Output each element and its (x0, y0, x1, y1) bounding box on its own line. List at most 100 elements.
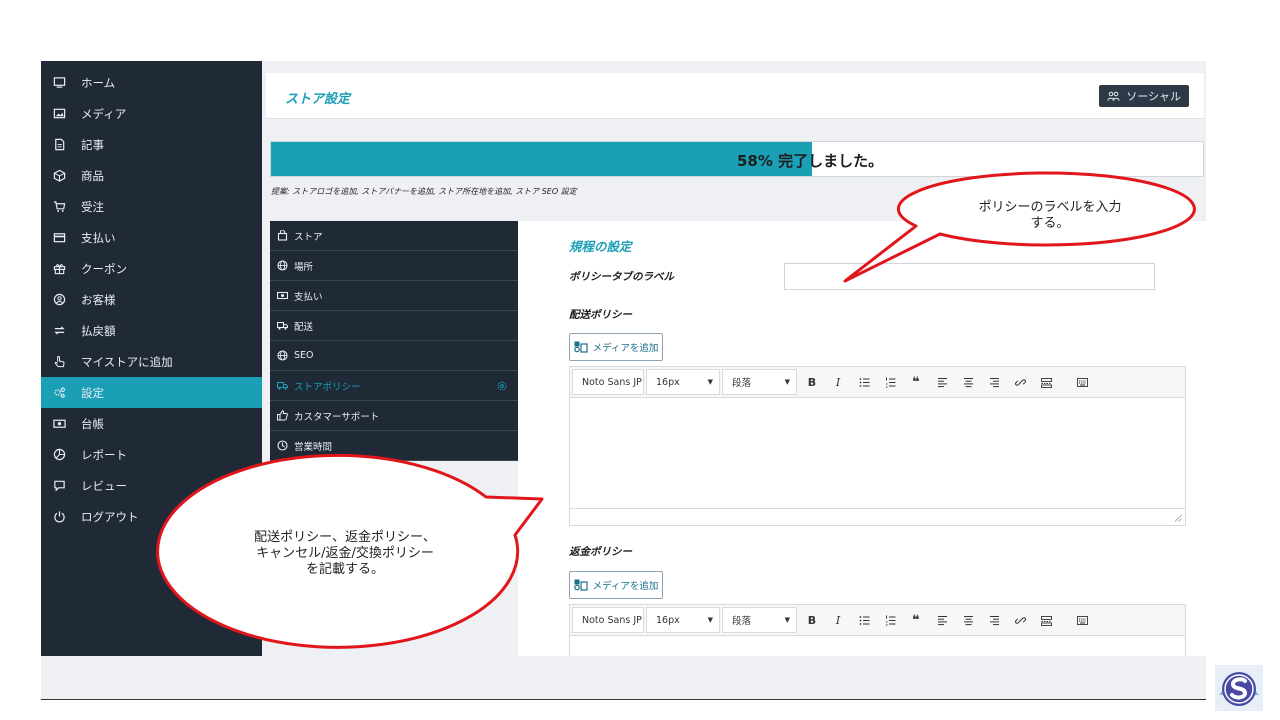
font-size-select[interactable]: 16px ▼ (646, 369, 720, 395)
keyboard-icon (1076, 615, 1088, 625)
tab-label: 場所 (294, 261, 314, 273)
progress-suffix: 完了しました。 (778, 152, 884, 170)
toolbar-toggle-button[interactable] (1071, 369, 1093, 395)
read-more-button[interactable] (1035, 607, 1057, 633)
hand-pointer-icon (52, 355, 66, 369)
italic-button[interactable]: I (827, 607, 849, 633)
tab-business-hours[interactable]: 営業時間 (270, 431, 518, 461)
tab-label: ストアポリシー (294, 381, 361, 393)
align-left-button[interactable] (931, 369, 953, 395)
tab-store[interactable]: ストア (270, 221, 518, 251)
bold-button[interactable]: B (801, 607, 823, 633)
sidebar-item-label: ログアウト (81, 509, 139, 524)
refund-icon (52, 324, 66, 338)
shipping-policy-editor[interactable] (569, 398, 1186, 526)
sidebar-item-refunds[interactable]: 払戻額 (41, 315, 262, 346)
gears-icon (52, 386, 66, 400)
image-icon (52, 107, 66, 121)
sidebar-item-home[interactable]: ホーム (41, 67, 262, 98)
section-title: 規程の設定 (569, 239, 632, 254)
resize-handle-icon[interactable] (1174, 514, 1182, 522)
callout-left-line-3: を記載する。 (305, 562, 384, 577)
sidebar-item-products[interactable]: 商品 (41, 160, 262, 191)
tab-label: 支払い (294, 291, 323, 303)
sidebar-item-customers[interactable]: お客様 (41, 284, 262, 315)
sidebar-item-ledger[interactable]: 台帳 (41, 408, 262, 439)
social-button-label: ソーシャル (1126, 90, 1181, 103)
editor-toolbar: Noto Sans JP 16px ▼ 段落 ▼ B I ❝ (569, 604, 1186, 636)
align-center-button[interactable] (957, 607, 979, 633)
bullet-list-button[interactable] (853, 369, 875, 395)
sidebar-item-reviews[interactable]: レビュー (41, 470, 262, 501)
paragraph-format-value: 段落 (732, 616, 752, 627)
align-right-button[interactable] (983, 369, 1005, 395)
bottom-divider (41, 699, 1206, 700)
font-family-select[interactable]: Noto Sans JP (572, 369, 644, 395)
sidebar-item-payments[interactable]: 支払い (41, 222, 262, 253)
tab-store-policy[interactable]: ストアポリシー (270, 371, 518, 401)
tab-label: 営業時間 (294, 441, 333, 453)
paragraph-format-select[interactable]: 段落 ▼ (722, 607, 797, 633)
tab-label: ストア (294, 231, 323, 243)
sidebar-item-label: マイストアに追加 (81, 354, 173, 369)
italic-button[interactable]: I (827, 369, 849, 395)
sidebar-item-reports[interactable]: レポート (41, 439, 262, 470)
bullet-list-icon (859, 377, 869, 387)
paragraph-format-value: 段落 (732, 378, 752, 389)
font-size-select[interactable]: 16px ▼ (646, 607, 720, 633)
align-right-icon (989, 615, 999, 625)
cube-icon (52, 169, 66, 183)
tab-shipping[interactable]: 配送 (270, 311, 518, 341)
align-right-button[interactable] (983, 607, 1005, 633)
tab-seo[interactable]: SEO (270, 341, 518, 371)
tab-payment[interactable]: 支払い (270, 281, 518, 311)
numbered-list-button[interactable] (879, 607, 901, 633)
credit-card-icon (52, 231, 66, 245)
align-left-icon (937, 615, 947, 625)
policy-tab-label-label: ポリシータブのラベル (569, 271, 674, 283)
blockquote-button[interactable]: ❝ (905, 607, 927, 633)
tab-label: カスタマーサポート (294, 411, 380, 423)
insert-link-button[interactable] (1009, 369, 1031, 395)
add-media-button[interactable]: メディアを追加 (569, 333, 663, 361)
suggestion-text: 提案: ストアロゴを追加, ストアバナーを追加, ストア所在地を追加, ストア … (271, 187, 577, 196)
sidebar-item-orders[interactable]: 受注 (41, 191, 262, 222)
refund-policy-editor[interactable] (569, 636, 1186, 656)
toolbar-toggle-button[interactable] (1071, 607, 1093, 633)
tab-location[interactable]: 場所 (270, 251, 518, 281)
sidebar-item-label: メディア (81, 106, 127, 121)
sidebar-item-settings[interactable]: 設定 (41, 377, 262, 408)
sidebar-item-media[interactable]: メディア (41, 98, 262, 129)
align-center-button[interactable] (957, 369, 979, 395)
sidebar-item-logout[interactable]: ログアウト (41, 501, 262, 532)
cart-icon (52, 200, 66, 214)
clock-icon (277, 440, 288, 451)
sidebar-item-articles[interactable]: 記事 (41, 129, 262, 160)
sidebar-item-coupons[interactable]: クーポン (41, 253, 262, 284)
tab-customer-support[interactable]: カスタマーサポート (270, 401, 518, 431)
font-family-select[interactable]: Noto Sans JP (572, 607, 644, 633)
read-more-button[interactable] (1035, 369, 1057, 395)
numbered-list-icon (885, 377, 895, 387)
user-circle-icon (52, 293, 66, 307)
add-media-label: メディアを追加 (592, 581, 659, 592)
chart-pie-icon (52, 448, 66, 462)
insert-link-button[interactable] (1009, 607, 1031, 633)
align-left-button[interactable] (931, 607, 953, 633)
bullet-list-button[interactable] (853, 607, 875, 633)
paragraph-format-select[interactable]: 段落 ▼ (722, 369, 797, 395)
truck-policy-icon (277, 380, 288, 391)
sidebar-item-add-to-my-store[interactable]: マイストアに追加 (41, 346, 262, 377)
blockquote-button[interactable]: ❝ (905, 369, 927, 395)
social-button[interactable]: ソーシャル (1099, 85, 1189, 107)
sidebar-item-label: ホーム (81, 75, 116, 90)
sidebar-item-label: 台帳 (81, 416, 104, 431)
callout-top-line-2: する。 (1030, 216, 1070, 231)
policy-tab-label-input[interactable] (784, 263, 1155, 290)
numbered-list-button[interactable] (879, 369, 901, 395)
add-media-button[interactable]: メディアを追加 (569, 571, 663, 599)
shipping-policy-label: 配送ポリシー (569, 309, 632, 321)
align-left-icon (937, 377, 947, 387)
sidebar-item-label: 記事 (81, 137, 104, 152)
bold-button[interactable]: B (801, 369, 823, 395)
